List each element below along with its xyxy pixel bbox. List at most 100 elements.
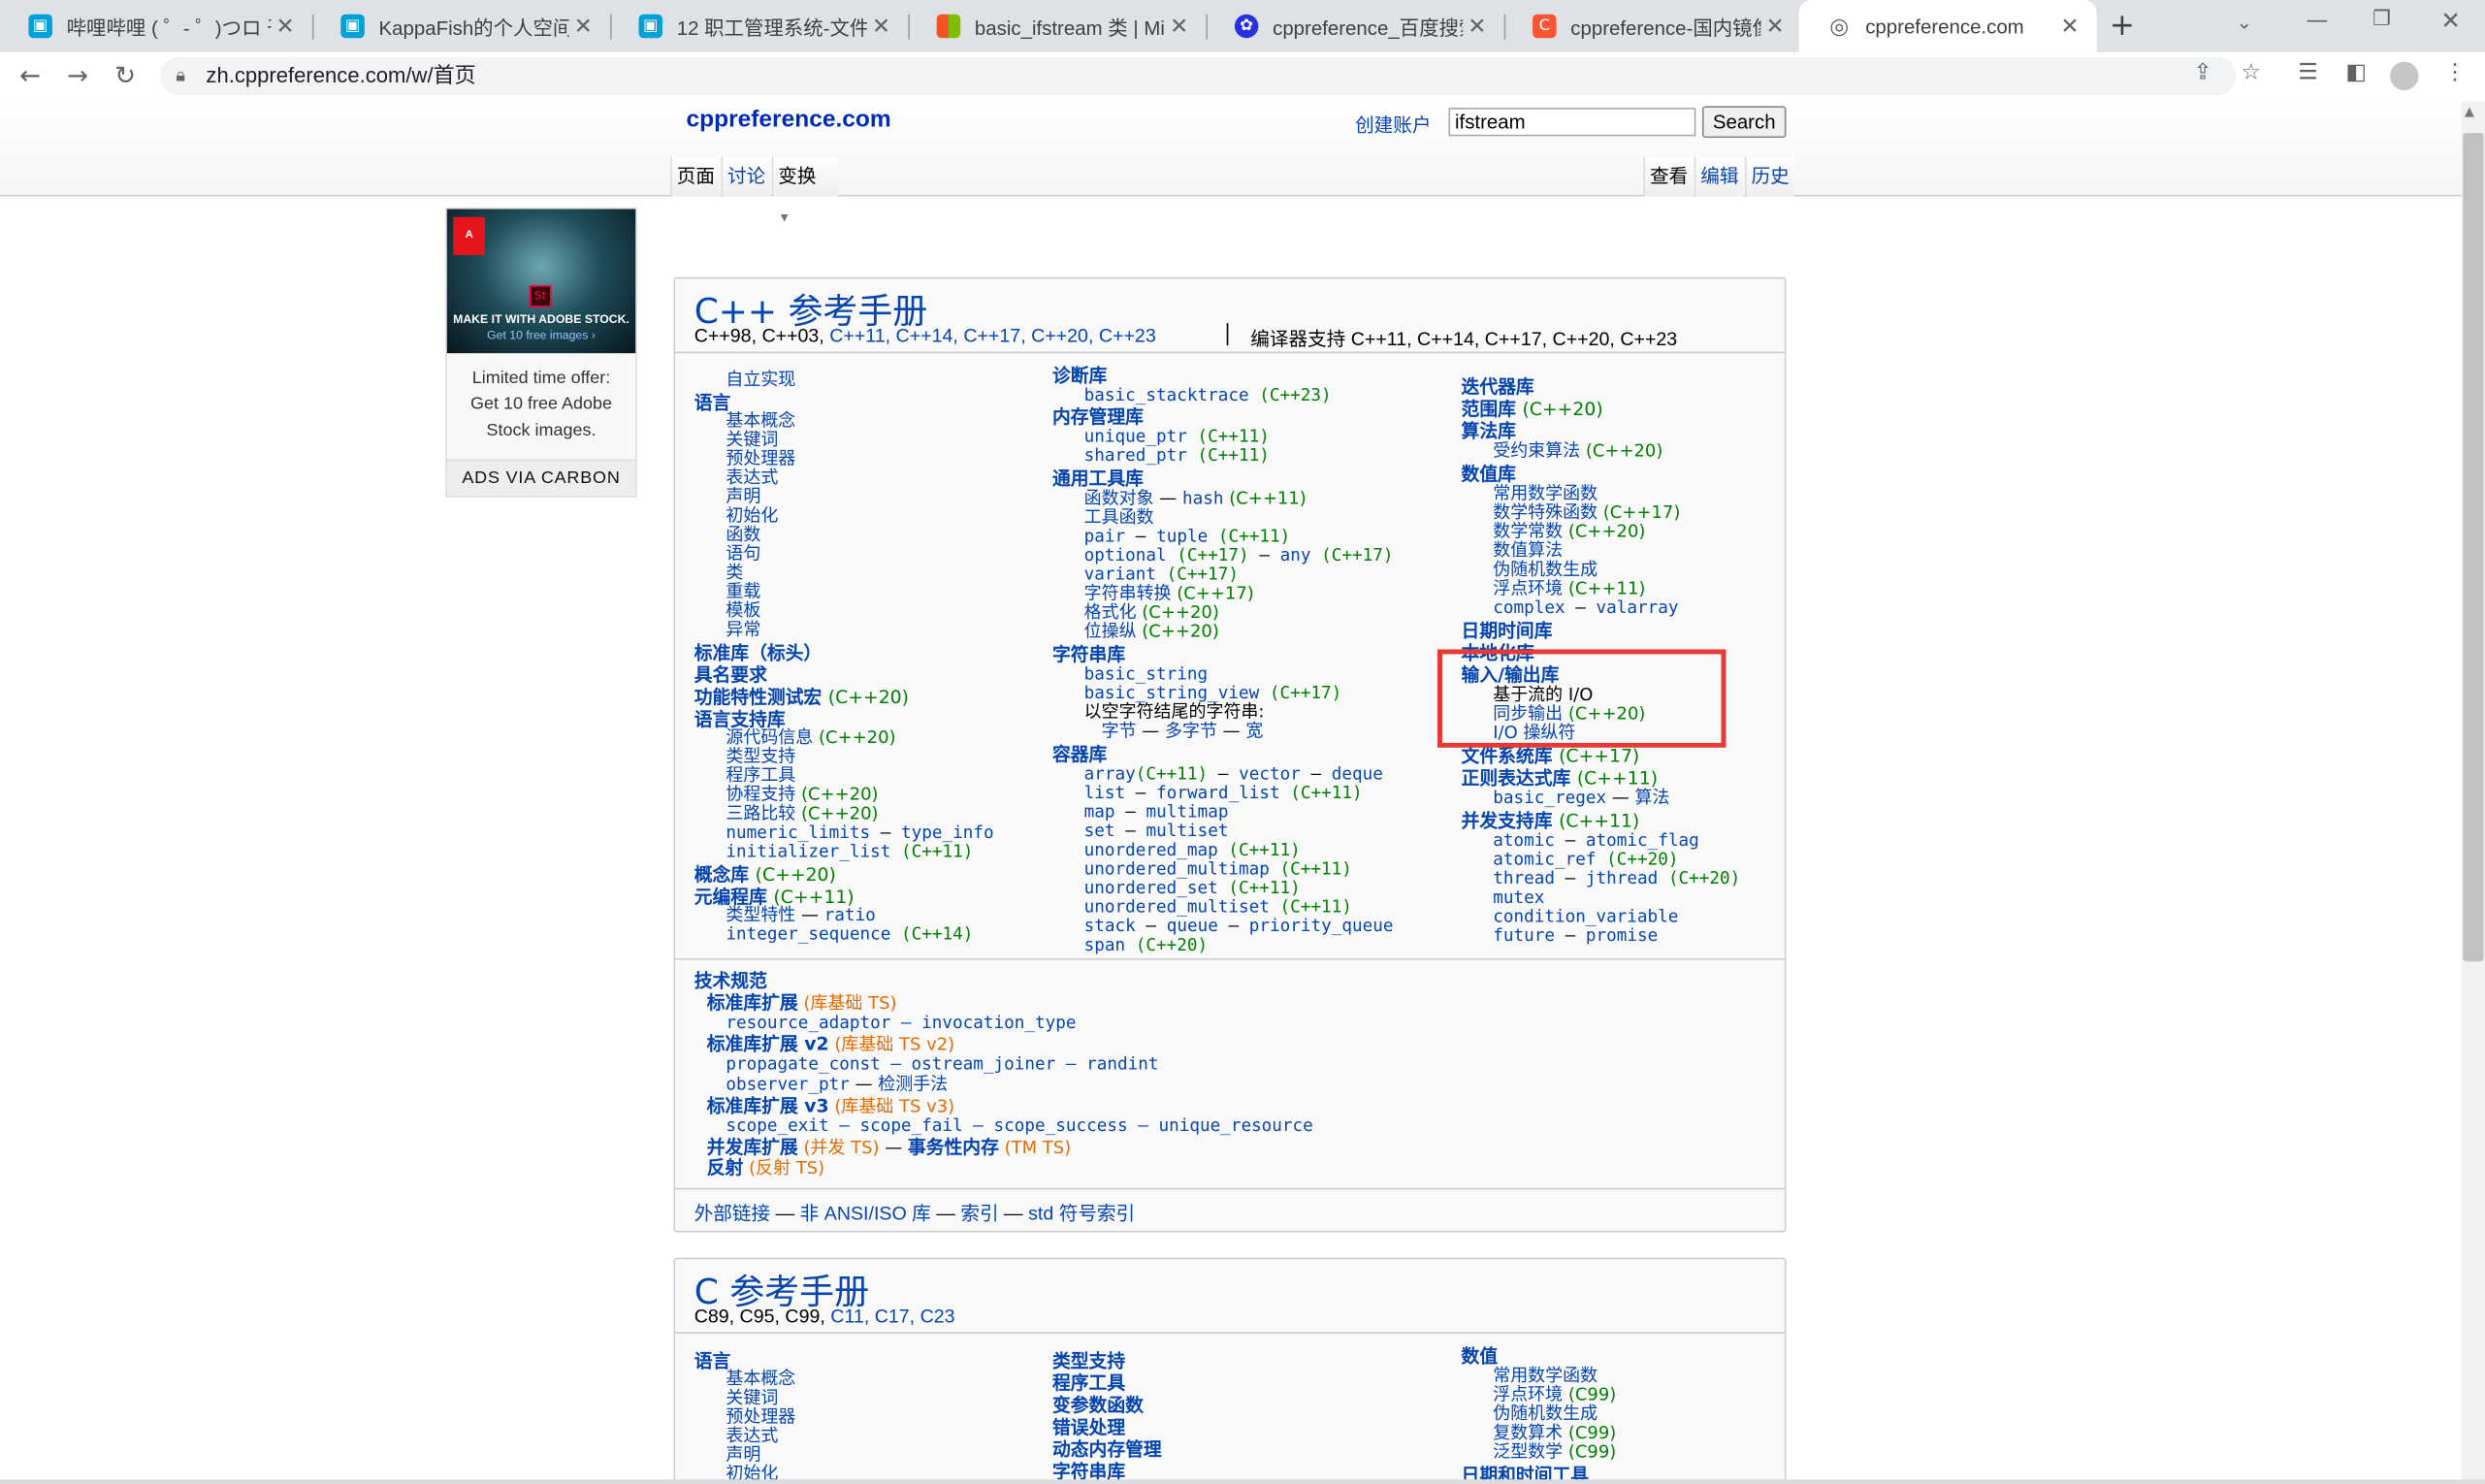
link-language-item[interactable]: 模板	[694, 601, 1043, 622]
browser-tab-active[interactable]: ◎ cppreference.com ✕	[1798, 0, 2097, 52]
link-language-item[interactable]: 类	[694, 564, 1043, 583]
link-language-item[interactable]: 重载	[694, 582, 1043, 602]
link-complex[interactable]: complex	[1493, 597, 1565, 618]
link-ranges[interactable]: 范围库	[1462, 398, 1516, 420]
link-constrained-algorithms[interactable]: 受约束算法	[1493, 440, 1580, 461]
link-language-item[interactable]: 表达式	[694, 468, 1043, 488]
link-common-math[interactable]: 常用数学函数	[1462, 484, 1779, 504]
link-forward-list[interactable]: forward_list	[1156, 783, 1279, 803]
new-tab-button[interactable]: +	[2110, 8, 2135, 43]
link-multimap[interactable]: multimap	[1146, 801, 1228, 822]
window-close-button[interactable]: ✕	[2440, 7, 2461, 35]
browser-tab[interactable]: ▣ 12 职工管理系统-文件交互 ✕	[610, 0, 908, 52]
reading-list-icon[interactable]: ☰	[2298, 60, 2318, 85]
reload-icon[interactable]: ↻	[110, 60, 142, 90]
forward-icon[interactable]: →	[62, 60, 94, 90]
link-filesystem[interactable]: 文件系统库	[1462, 745, 1553, 767]
menu-kebab-icon[interactable]: ⋮	[2444, 60, 2467, 85]
link-multiset[interactable]: multiset	[1146, 821, 1228, 841]
link-numeric-algorithms[interactable]: 数值算法	[1462, 541, 1779, 561]
tab-edit[interactable]: 编辑	[1694, 156, 1744, 197]
lib-ext-v3-items[interactable]: scope_exit — scope_fail — scope_success …	[694, 1115, 1772, 1137]
link-type-traits[interactable]: 类型特性	[726, 904, 795, 924]
link-concepts[interactable]: 概念库	[694, 863, 749, 886]
link-variant[interactable]: variant	[1084, 564, 1156, 584]
link-unordered-multiset[interactable]: unordered_multiset	[1084, 896, 1270, 917]
link-type-support[interactable]: 类型支持	[694, 747, 1043, 767]
restore-button[interactable]: ❐	[2372, 8, 2391, 31]
close-icon[interactable]: ✕	[1165, 14, 1193, 39]
link-math-constants[interactable]: 数学常数	[1493, 521, 1563, 541]
minimize-button[interactable]: —	[2306, 8, 2328, 33]
link-special-math[interactable]: 数学特殊函数	[1493, 502, 1598, 523]
link-lib-ext[interactable]: 标准库扩展	[707, 991, 798, 1014]
tab-page[interactable]: 页面	[670, 156, 720, 197]
link-c-fenv[interactable]: 浮点环境	[1493, 1384, 1563, 1404]
link-language-item[interactable]: 初始化	[694, 506, 1043, 527]
link-diagnostics[interactable]: 诊断库	[1052, 366, 1449, 385]
link-named-requirements[interactable]: 具名要求	[694, 665, 1043, 685]
link-detection-idiom[interactable]: 检测手法	[878, 1074, 948, 1094]
browser-tab[interactable]: ▣ 哔哩哔哩 ( ゜- ゜)つロ 干杯 ✕	[0, 0, 312, 52]
create-account-link[interactable]: 创建账户	[1355, 111, 1431, 138]
link-regex-algorithms[interactable]: 算法	[1634, 788, 1669, 808]
link-language-item[interactable]: 基本概念	[694, 411, 1043, 432]
scrollbar-thumb[interactable]	[2463, 133, 2484, 962]
link-string-conversions[interactable]: 字符串转换	[1084, 583, 1172, 603]
link-language-item[interactable]: 预处理器	[694, 449, 1043, 469]
link-jthread[interactable]: jthread	[1586, 868, 1658, 888]
link-c-item[interactable]: 关键词	[694, 1388, 1043, 1408]
link-ratio[interactable]: ratio	[824, 904, 876, 924]
link-atomic[interactable]: atomic	[1493, 830, 1555, 851]
tab-history[interactable]: 历史	[1745, 156, 1794, 197]
link-random[interactable]: 伪随机数生成	[1462, 560, 1779, 580]
link-c-item[interactable]: 预处理器	[694, 1407, 1043, 1428]
link-c-random[interactable]: 伪随机数生成	[1462, 1404, 1779, 1424]
link-numerics[interactable]: 数值库	[1462, 464, 1779, 483]
link-atomic-flag[interactable]: atomic_flag	[1586, 830, 1699, 851]
link-c-error-handling[interactable]: 错误处理	[1052, 1418, 1433, 1440]
link-coroutine[interactable]: 协程支持	[726, 784, 795, 804]
back-icon[interactable]: ←	[15, 60, 47, 90]
link-initializer-list[interactable]: initializer_list	[726, 841, 890, 861]
link-memory[interactable]: 内存管理库	[1052, 407, 1449, 427]
c-version-links[interactable]: C11, C17, C23	[830, 1306, 954, 1328]
link-priority-queue[interactable]: priority_queue	[1249, 916, 1394, 936]
link-multibyte-strings[interactable]: 多字节	[1165, 721, 1217, 741]
link-concurrency[interactable]: 并发支持库	[1462, 809, 1553, 831]
link-language-support[interactable]: 语言支持库	[694, 710, 1043, 729]
link-lib-ext-v2[interactable]: 标准库扩展 v2	[707, 1033, 829, 1055]
link-map[interactable]: map	[1084, 801, 1115, 822]
browser-tab[interactable]: ✿ cppreference_百度搜索 ✕	[1206, 0, 1503, 52]
link-c-dynamic-memory[interactable]: 动态内存管理	[1052, 1439, 1433, 1462]
link-language-item[interactable]: 关键词	[694, 430, 1043, 450]
link-set[interactable]: set	[1084, 821, 1115, 841]
link-unique-ptr[interactable]: unique_ptr	[1084, 426, 1187, 446]
link-datetime[interactable]: 日期时间库	[1462, 621, 1779, 640]
link-basic-regex[interactable]: basic_regex	[1493, 788, 1606, 808]
site-logo[interactable]: cppreference.com	[687, 106, 891, 133]
link-freestanding[interactable]: 自立实现	[694, 370, 1043, 390]
link-headers[interactable]: 标准库（标头）	[694, 643, 1043, 662]
tab-view[interactable]: 查看	[1643, 156, 1694, 197]
link-language-item[interactable]: 函数	[694, 525, 1043, 545]
link-observer-ptr[interactable]: observer_ptr	[726, 1074, 849, 1094]
tab-variants[interactable]: 变换 ▼	[771, 156, 839, 225]
link-c-complex[interactable]: 复数算术	[1493, 1422, 1563, 1442]
link-program-utilities[interactable]: 程序工具	[694, 766, 1043, 786]
close-icon[interactable]: ✕	[2055, 14, 2083, 39]
link-containers[interactable]: 容器库	[1052, 745, 1449, 764]
share-icon[interactable]: ⇪	[2193, 60, 2211, 85]
link-c-variadic[interactable]: 变参数函数	[1052, 1396, 1433, 1418]
link-pair[interactable]: pair	[1084, 526, 1126, 546]
link-three-way[interactable]: 三路比较	[726, 803, 795, 823]
link-shared-ptr[interactable]: shared_ptr	[1084, 445, 1187, 466]
link-feature-test[interactable]: 功能特性测试宏	[694, 686, 823, 708]
link-external[interactable]: 外部链接	[694, 1202, 770, 1224]
link-algorithms[interactable]: 算法库	[1462, 421, 1779, 440]
link-unordered-set[interactable]: unordered_set	[1084, 878, 1218, 898]
link-thread[interactable]: thread	[1493, 868, 1555, 888]
link-queue[interactable]: queue	[1167, 916, 1218, 936]
tab-search-icon[interactable]: ⌄	[2237, 11, 2252, 33]
link-tuple[interactable]: tuple	[1156, 526, 1208, 546]
